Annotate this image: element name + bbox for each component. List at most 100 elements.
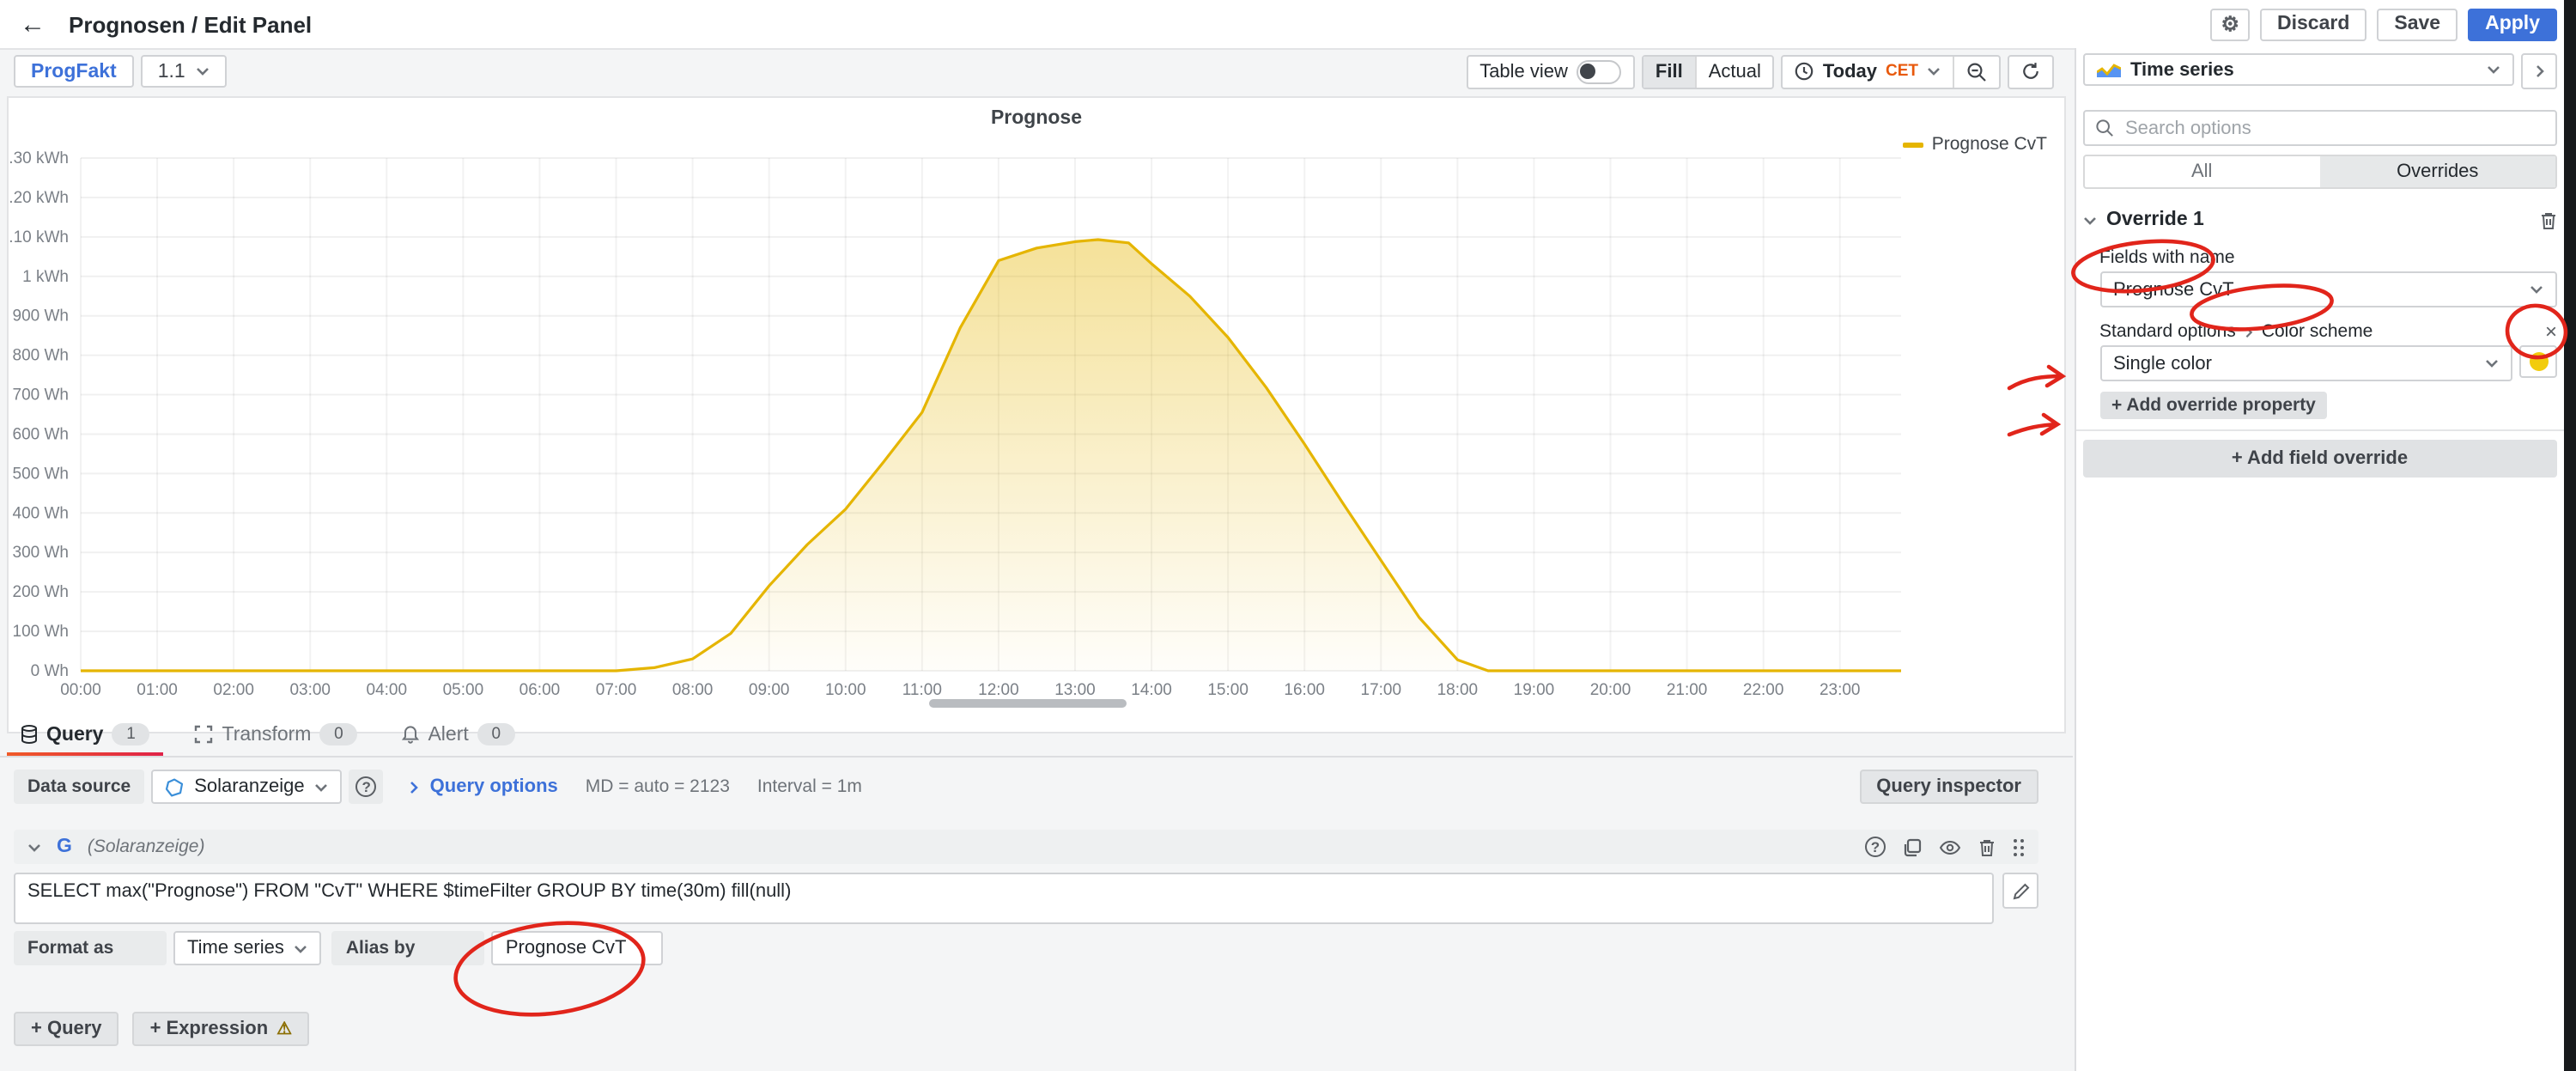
add-field-override-button[interactable]: + Add field override (2082, 440, 2557, 478)
svg-text:02:00: 02:00 (213, 681, 254, 699)
datasource-select[interactable]: Solaranzeige (151, 770, 342, 804)
format-as-select[interactable]: Time series (173, 931, 322, 965)
format-as-label: Format as (14, 931, 167, 965)
version-value: 1.1 (158, 61, 185, 82)
color-scheme-select[interactable]: Single color (2099, 345, 2512, 381)
actual-option[interactable]: Actual (1695, 56, 1773, 87)
svg-text:12:00: 12:00 (978, 681, 1019, 699)
hide-query-eye-icon[interactable] (1939, 839, 1961, 855)
query-inspector-button[interactable]: Query inspector (1859, 770, 2038, 804)
timeseries-viz-icon (2096, 60, 2120, 79)
table-view-toggle[interactable]: Table view (1467, 56, 1633, 87)
remove-property-close-icon[interactable]: × (2545, 321, 2557, 342)
svg-text:600 Wh: 600 Wh (13, 425, 69, 443)
query-tab-bar: Query 1 Transform 0 Alert 0 (0, 711, 2073, 758)
tab-all[interactable]: All (2084, 156, 2320, 187)
options-search-input[interactable] (2122, 116, 2545, 140)
refresh-icon (2021, 62, 2040, 81)
datasource-label: Data source (14, 770, 144, 804)
override-header[interactable]: Override 1 (2082, 210, 2557, 230)
progfakt-button[interactable]: ProgFakt (14, 55, 134, 88)
svg-text:22:00: 22:00 (1743, 681, 1784, 699)
tab-overrides[interactable]: Overrides (2320, 156, 2556, 187)
time-range-picker[interactable]: Today CET (1783, 56, 1953, 87)
display-mode-segmented: Fill Actual (1642, 54, 1775, 88)
add-query-button[interactable]: + Query (14, 1012, 119, 1046)
svg-text:13:00: 13:00 (1054, 681, 1096, 699)
back-button[interactable]: ← (10, 2, 55, 46)
override-property-header: Standard options Color scheme × (2099, 321, 2557, 342)
tab-alert-badge: 0 (477, 723, 515, 745)
drag-handle-icon[interactable] (2013, 837, 2025, 856)
svg-text:11:00: 11:00 (902, 681, 942, 699)
svg-text:700 Wh: 700 Wh (13, 386, 69, 405)
tab-alert[interactable]: Alert 0 (395, 723, 521, 756)
chevron-down-icon (2487, 65, 2500, 74)
page-title: Prognosen / Edit Panel (69, 11, 312, 37)
svg-text:01:00: 01:00 (137, 681, 178, 699)
timeseries-chart: 00:0001:0002:0003:0004:0005:0006:0007:00… (9, 98, 2064, 732)
datasource-help-button[interactable]: ? (349, 770, 384, 804)
toggle-switch[interactable] (1577, 59, 1621, 83)
svg-text:10:00: 10:00 (825, 681, 866, 699)
svg-text:09:00: 09:00 (749, 681, 790, 699)
panel-settings-button[interactable]: ⚙ (2210, 8, 2250, 40)
chevron-down-icon (196, 67, 210, 76)
tab-alert-label: Alert (428, 724, 468, 745)
database-icon (21, 725, 38, 744)
tab-transform-label: Transform (222, 724, 312, 745)
svg-text:500 Wh: 500 Wh (13, 465, 69, 483)
panel-toolbar: ProgFakt 1.1 Table view Fill Actual Tod (0, 48, 2073, 94)
table-view-group: Table view (1466, 54, 1635, 88)
top-bar: ← Prognosen / Edit Panel ⚙ Discard Save … (0, 0, 2576, 50)
bell-icon (402, 725, 419, 744)
svg-text:800 Wh: 800 Wh (13, 347, 69, 365)
add-override-property-button[interactable]: + Add override property (2099, 392, 2328, 419)
query-options-link[interactable]: Query options (408, 776, 558, 797)
add-expression-label: + Expression (150, 1019, 269, 1039)
svg-text:20:00: 20:00 (1590, 681, 1631, 699)
gear-icon: ⚙ (2221, 12, 2239, 36)
chevron-right-icon (410, 780, 419, 794)
options-search[interactable] (2082, 110, 2557, 146)
chevron-right-icon (2245, 326, 2253, 338)
query-row-header[interactable]: G (Solaranzeige) ? (14, 830, 2038, 864)
svg-text:15:00: 15:00 (1207, 681, 1249, 699)
edit-query-button[interactable] (2002, 873, 2038, 909)
apply-button[interactable]: Apply (2468, 8, 2557, 40)
chevron-down-icon (2082, 216, 2096, 224)
fields-with-name-select[interactable]: Prognose CvT (2099, 271, 2557, 307)
sql-query-input[interactable]: SELECT max("Prognose") FROM "CvT" WHERE … (14, 873, 1994, 924)
discard-button[interactable]: Discard (2260, 8, 2366, 40)
horizontal-scrollbar[interactable] (929, 699, 1127, 708)
fill-option[interactable]: Fill (1643, 56, 1695, 87)
svg-text:14:00: 14:00 (1131, 681, 1172, 699)
color-swatch-button[interactable] (2519, 345, 2557, 378)
zoom-out-time-button[interactable] (1953, 56, 1999, 87)
add-expression-button[interactable]: + Expression ⚠ (133, 1012, 310, 1046)
save-button[interactable]: Save (2377, 8, 2458, 40)
transform-icon (195, 725, 214, 744)
delete-override-trash-icon[interactable] (2540, 210, 2557, 229)
svg-text:1.30 kWh: 1.30 kWh (9, 149, 69, 167)
visualization-select[interactable]: Time series (2082, 53, 2514, 86)
svg-text:900 Wh: 900 Wh (13, 307, 69, 326)
tab-query[interactable]: Query 1 (14, 723, 157, 756)
version-dropdown[interactable]: 1.1 (141, 55, 227, 88)
svg-text:19:00: 19:00 (1514, 681, 1555, 699)
delete-query-trash-icon[interactable] (1978, 837, 1996, 856)
fields-with-name-value: Prognose CvT (2113, 279, 2234, 300)
chevron-down-icon (2485, 359, 2499, 368)
duplicate-query-icon[interactable] (1903, 837, 1922, 856)
options-sidebar: Time series All Overrides Override 1 Fie… (2074, 48, 2576, 1071)
tab-transform[interactable]: Transform 0 (188, 723, 365, 756)
search-icon (2094, 119, 2113, 137)
visualization-value: Time series (2130, 59, 2234, 80)
query-help-icon[interactable]: ? (1865, 837, 1886, 857)
window-scrollbar[interactable] (2564, 0, 2576, 1071)
pencil-icon (2012, 882, 2029, 899)
alias-input[interactable] (492, 931, 664, 965)
collapse-options-button[interactable] (2521, 53, 2557, 89)
refresh-button[interactable] (2009, 56, 2052, 87)
svg-text:100 Wh: 100 Wh (13, 623, 69, 641)
